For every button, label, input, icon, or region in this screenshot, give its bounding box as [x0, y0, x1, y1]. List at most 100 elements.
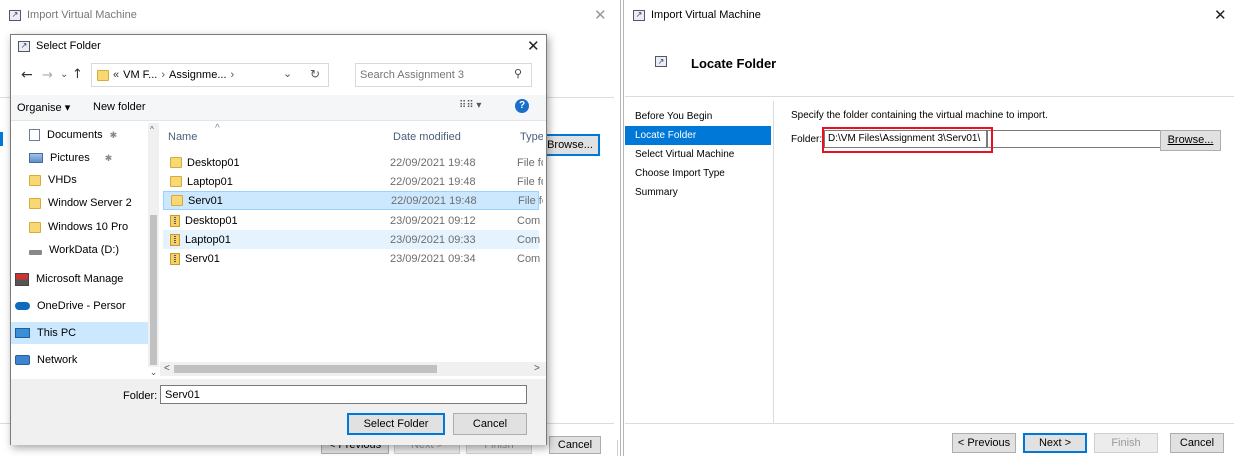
tree-item-network[interactable]: Network	[11, 349, 148, 365]
tree-item-windows-10-pro[interactable]: Windows 10 Pro	[11, 216, 148, 238]
folder-name-input[interactable]	[160, 385, 527, 404]
sort-arrow-icon: ^	[215, 123, 220, 134]
tree-item-documents[interactable]: Documents ✱	[11, 124, 148, 146]
forward-arrow-icon[interactable]: →	[42, 68, 53, 83]
scroll-left-icon[interactable]: <	[164, 363, 170, 374]
tree-item-this-pc[interactable]: This PC	[11, 322, 148, 344]
wizard-finish-button[interactable]: Finish	[1094, 433, 1158, 453]
import-vm-app-icon: ↗	[9, 9, 21, 21]
hscrollbar-thumb[interactable]	[174, 365, 437, 373]
folder-icon	[170, 176, 182, 187]
breadcrumb-prefix[interactable]: «	[113, 69, 119, 81]
search-input[interactable]	[360, 67, 510, 83]
dialog-app-icon: ↗	[18, 40, 30, 52]
file-row[interactable]: Serv01 23/09/2021 09:34 Com	[163, 249, 540, 268]
breadcrumb-segment-assignment[interactable]: Assignme...	[169, 69, 226, 81]
wizard-footer-divider	[625, 423, 1234, 424]
help-icon[interactable]: ?	[515, 99, 529, 113]
recent-locations-chevron-icon[interactable]: ⌄	[60, 69, 68, 80]
step-locate-folder[interactable]: Locate Folder	[625, 126, 771, 145]
steps-divider	[773, 101, 774, 423]
highlight-annotation-box	[822, 127, 993, 153]
dialog-footer: Folder: Select Folder Cancel	[11, 379, 546, 445]
tree-scrollbar-thumb[interactable]	[150, 215, 157, 365]
tree-item-window-server[interactable]: Window Server 2	[11, 192, 148, 214]
wizard-browse-button[interactable]: Browse...	[1160, 130, 1221, 151]
wizard-next-button[interactable]: Next >	[1023, 433, 1087, 453]
pictures-icon	[29, 153, 43, 163]
refresh-icon[interactable]: ↻	[310, 67, 320, 81]
file-list-hscrollbar[interactable]: < >	[160, 362, 546, 376]
import-vm-wizard: ↗ Import Virtual Machine ✕ ↗ Locate Fold…	[625, 0, 1234, 456]
folder-label: Folder:	[123, 390, 158, 402]
tree-scrollbar[interactable]: ^	[148, 123, 159, 367]
wizard-titlebar: ↗ Import Virtual Machine	[633, 9, 761, 21]
back-arrow-icon[interactable]: ←	[21, 67, 33, 83]
bg-wizard-close-icon[interactable]: ✕	[594, 6, 607, 24]
organise-menu[interactable]: Organise ▾	[17, 101, 70, 114]
column-header-date[interactable]: Date modified	[393, 131, 461, 143]
column-header-name[interactable]: Name	[168, 131, 197, 143]
wizard-header-title: Locate Folder	[691, 56, 777, 71]
folder-icon	[29, 197, 41, 209]
close-icon[interactable]: ✕	[527, 37, 540, 55]
tree-scroll-down-icon[interactable]: ⌄	[148, 367, 159, 379]
bg-browse-button[interactable]: Browse...	[540, 134, 600, 156]
column-header-type[interactable]: Type	[520, 131, 543, 143]
select-folder-cancel-button[interactable]: Cancel	[453, 413, 527, 435]
zip-icon	[170, 233, 180, 246]
breadcrumb-separator-icon: ›	[161, 69, 166, 81]
bg-grip	[617, 440, 618, 456]
step-before-you-begin[interactable]: Before You Begin	[625, 107, 771, 126]
tree-item-onedrive[interactable]: OneDrive - Persor	[11, 295, 148, 317]
select-folder-button[interactable]: Select Folder	[347, 413, 445, 435]
file-row[interactable]: Desktop01 22/09/2021 19:48 File fo	[163, 153, 543, 172]
folder-icon	[29, 174, 41, 186]
instruction-text: Specify the folder containing the virtua…	[791, 110, 1048, 121]
command-bar: Organise ▾ New folder ⠿⠿ ▾ ?	[11, 95, 546, 121]
breadcrumb-separator-icon: ›	[230, 69, 235, 81]
address-bar[interactable]: « VM F... › Assignme... › ⌄ ↻	[91, 63, 329, 87]
file-row[interactable]: Laptop01 22/09/2021 19:48 File fo	[163, 172, 543, 191]
wizard-title: Import Virtual Machine	[651, 9, 761, 21]
import-vm-app-icon: ↗	[633, 9, 645, 21]
view-options-icon[interactable]: ⠿⠿ ▾	[459, 100, 481, 111]
tree-item-pictures[interactable]: Pictures ✱	[11, 147, 148, 169]
drive-icon	[29, 249, 42, 255]
file-row[interactable]: Desktop01 23/09/2021 09:12 Com	[163, 211, 540, 230]
search-icon: ⚲	[514, 67, 523, 80]
this-pc-icon	[15, 328, 30, 338]
scroll-up-icon[interactable]: ^	[150, 125, 154, 134]
tree-item-workdata-drive[interactable]: WorkData (D:)	[11, 239, 148, 261]
navigation-pane[interactable]: Documents ✱ Pictures ✱ VHDs Window Serve…	[11, 123, 148, 365]
step-choose-import-type[interactable]: Choose Import Type	[625, 164, 771, 183]
tree-item-microsoft-management[interactable]: Microsoft Manage	[11, 268, 148, 290]
step-summary[interactable]: Summary	[625, 183, 771, 202]
bg-cancel-button[interactable]: Cancel	[549, 436, 601, 454]
step-select-virtual-machine[interactable]: Select Virtual Machine	[625, 145, 771, 164]
wizard-previous-button[interactable]: < Previous	[952, 433, 1016, 453]
onedrive-icon	[15, 302, 30, 310]
scroll-right-icon[interactable]: >	[534, 363, 540, 374]
tree-item-vhds[interactable]: VHDs	[11, 169, 148, 191]
select-folder-titlebar: ↗ Select Folder	[18, 40, 101, 52]
up-arrow-icon[interactable]: ↑	[72, 67, 83, 82]
wizard-header-icon: ↗	[655, 56, 667, 67]
folder-icon	[170, 157, 182, 168]
breadcrumb-segment-vm-files[interactable]: VM F...	[123, 69, 157, 81]
zip-icon	[170, 252, 180, 265]
wizard-close-icon[interactable]: ✕	[1214, 6, 1227, 24]
wizard-cancel-button[interactable]: Cancel	[1170, 433, 1224, 453]
select-folder-title: Select Folder	[36, 40, 101, 52]
file-row-selected[interactable]: Serv01 22/09/2021 19:48 File fo	[163, 191, 543, 210]
file-list[interactable]: ^ Name Date modified Type Desktop01 22/0…	[160, 123, 543, 379]
folder-icon	[171, 195, 183, 206]
file-row-hover[interactable]: Laptop01 23/09/2021 09:33 Com	[163, 230, 540, 249]
wizard-header-divider	[625, 96, 1234, 97]
address-folder-icon	[97, 69, 109, 81]
address-dropdown-chevron-icon[interactable]: ⌄	[283, 67, 292, 80]
new-folder-button[interactable]: New folder	[93, 101, 146, 113]
select-folder-dialog: ↗ Select Folder ✕ ← → ⌄ ↑ « VM F... › As…	[10, 34, 547, 445]
search-box[interactable]: ⚲	[355, 63, 532, 87]
wizard-steps: Before You Begin Locate Folder Select Vi…	[625, 107, 771, 202]
